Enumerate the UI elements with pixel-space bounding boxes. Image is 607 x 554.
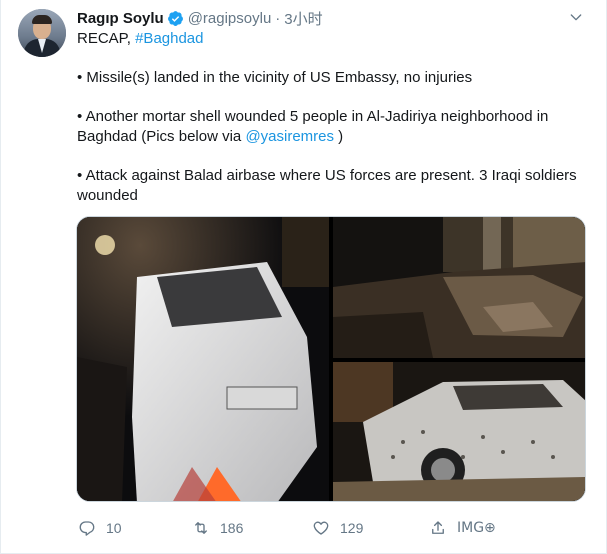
share-button[interactable]: IMG⊕ bbox=[429, 517, 496, 539]
photo-shrapnel-car[interactable] bbox=[333, 362, 585, 501]
recap-line: RECAP, #Baghdad bbox=[77, 30, 204, 47]
verified-badge-icon bbox=[167, 10, 183, 26]
like-icon bbox=[313, 521, 329, 535]
tweet-timestamp[interactable]: 3小时 bbox=[284, 8, 322, 29]
photo-damaged-wall[interactable] bbox=[333, 217, 585, 358]
hashtag-link[interactable]: #Baghdad bbox=[135, 30, 203, 47]
extension-badge[interactable]: IMG⊕ bbox=[457, 520, 496, 536]
author-avatar[interactable] bbox=[18, 9, 66, 57]
bullet-line-3: • Attack against Balad airbase where US … bbox=[77, 167, 577, 204]
chevron-down-icon[interactable] bbox=[568, 9, 584, 25]
tweet-header: Ragıp Soylu @ragipsoylu · 3小时 bbox=[77, 8, 323, 28]
share-icon bbox=[432, 521, 444, 534]
header-separator: · bbox=[275, 9, 281, 27]
retweet-count: 186 bbox=[220, 520, 244, 536]
tweet-text: RECAP, #Baghdad • Missile(s) landed in t… bbox=[77, 29, 587, 206]
reply-button[interactable]: 10 bbox=[78, 517, 122, 539]
author-name[interactable]: Ragıp Soylu bbox=[77, 10, 164, 27]
retweet-button[interactable]: 186 bbox=[192, 517, 243, 539]
like-count: 129 bbox=[340, 520, 364, 536]
author-handle[interactable]: @ragipsoylu bbox=[188, 10, 272, 27]
reply-icon bbox=[79, 521, 95, 536]
tweet-actions: 10 186 129 IMG⊕ bbox=[76, 517, 516, 539]
mention-link[interactable]: @yasiremres bbox=[245, 128, 334, 145]
photo-damaged-car-night[interactable] bbox=[77, 217, 329, 501]
reply-count: 10 bbox=[106, 520, 122, 536]
bullet-line-1: • Missile(s) landed in the vicinity of U… bbox=[77, 69, 473, 86]
like-button[interactable]: 129 bbox=[312, 517, 363, 539]
tweet-card[interactable]: Ragıp Soylu @ragipsoylu · 3小时 RECAP, #Ba… bbox=[0, 0, 607, 554]
bullet-line-2: • Another mortar shell wounded 5 people … bbox=[77, 108, 549, 145]
retweet-icon bbox=[195, 522, 207, 534]
media-grid bbox=[76, 216, 586, 502]
